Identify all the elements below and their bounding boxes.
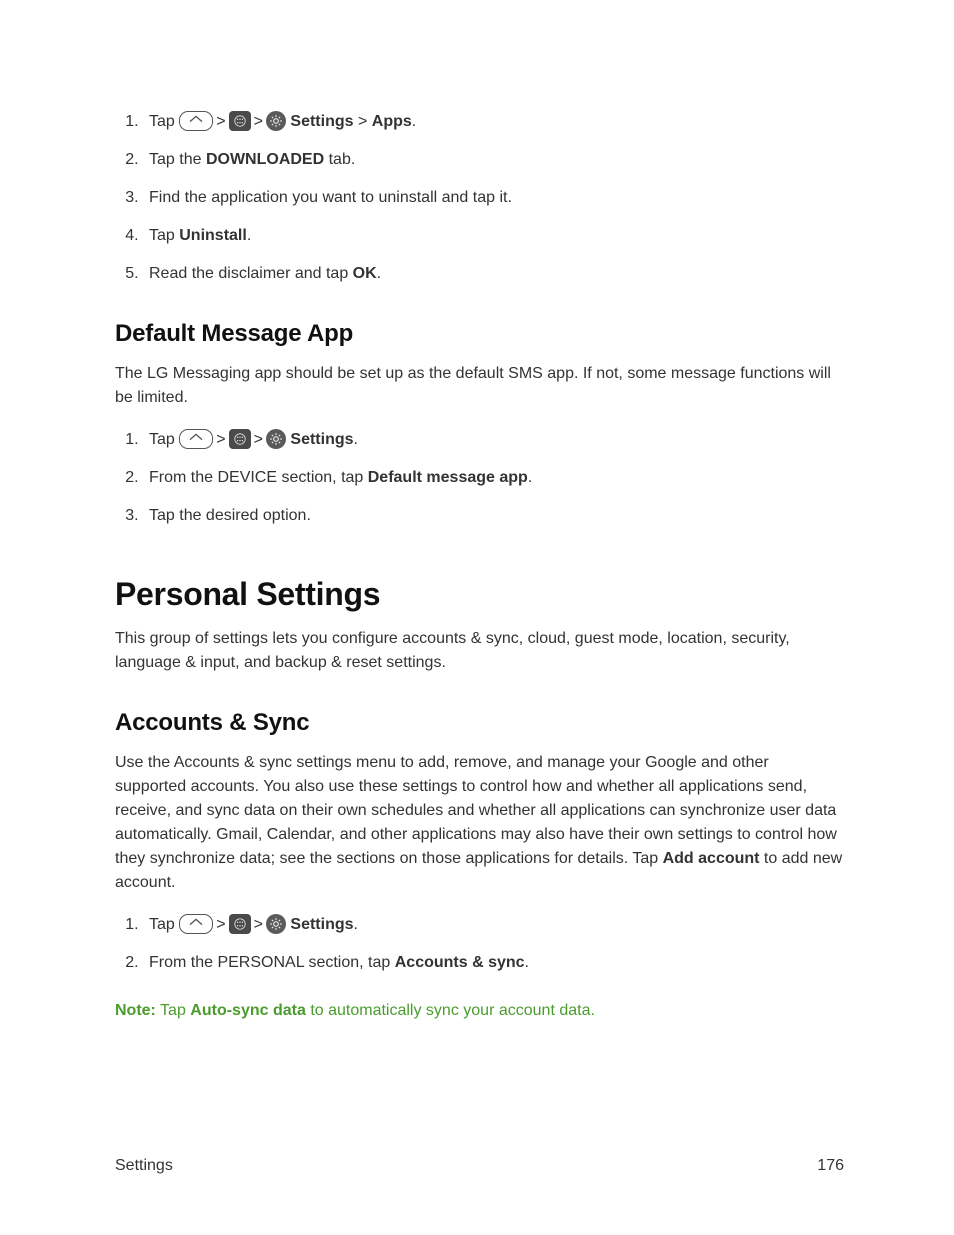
apps-label: Apps bbox=[372, 113, 412, 130]
list-item: Tap the DOWNLOADED tab. bbox=[143, 148, 844, 172]
period: . bbox=[354, 431, 358, 448]
accounts-sync-intro: Use the Accounts & sync settings menu to… bbox=[115, 751, 844, 895]
separator: > bbox=[254, 431, 263, 448]
settings-label: Settings bbox=[290, 113, 353, 130]
personal-settings-intro: This group of settings lets you configur… bbox=[115, 627, 844, 675]
step-text: Find the application you want to uninsta… bbox=[149, 189, 512, 206]
note-text: Tap bbox=[156, 1002, 190, 1019]
list-item: Tap > > Settings. bbox=[143, 428, 844, 452]
list-item: Tap > > Settings > Apps. bbox=[143, 110, 844, 134]
footer-page-number: 176 bbox=[817, 1157, 844, 1175]
step-text: Tap the desired option. bbox=[149, 507, 311, 524]
uninstall-steps-list: Tap > > Settings > Apps. Tap the DOWNLOAD… bbox=[115, 110, 844, 286]
personal-settings-heading: Personal Settings bbox=[115, 576, 844, 613]
period: . bbox=[354, 916, 358, 933]
separator: > bbox=[216, 916, 225, 933]
step-text: . bbox=[377, 265, 381, 282]
step-text: Tap bbox=[149, 113, 179, 130]
gear-icon bbox=[266, 111, 286, 131]
default-message-app-label: Default message app bbox=[368, 469, 528, 486]
step-text: . bbox=[525, 954, 529, 971]
list-item: From the DEVICE section, tap Default mes… bbox=[143, 466, 844, 490]
accounts-sync-steps-list: Tap > > Settings. From the PERSONAL secti… bbox=[115, 913, 844, 975]
settings-label: Settings bbox=[290, 916, 353, 933]
gear-icon bbox=[266, 914, 286, 934]
step-text: . bbox=[528, 469, 532, 486]
home-icon bbox=[179, 111, 213, 131]
list-item: Read the disclaimer and tap OK. bbox=[143, 262, 844, 286]
separator: > bbox=[216, 431, 225, 448]
step-text: Tap bbox=[149, 916, 179, 933]
document-page: Tap > > Settings > Apps. Tap the DOWNLOAD… bbox=[0, 0, 954, 1023]
list-item: Tap Uninstall. bbox=[143, 224, 844, 248]
note-text: Note: Tap Auto-sync data to automaticall… bbox=[115, 999, 844, 1023]
step-text: From the DEVICE section, tap bbox=[149, 469, 368, 486]
list-item: Tap > > Settings. bbox=[143, 913, 844, 937]
step-text: Read the disclaimer and tap bbox=[149, 265, 353, 282]
ok-label: OK bbox=[353, 265, 377, 282]
default-message-steps-list: Tap > > Settings. From the DEVICE section… bbox=[115, 428, 844, 528]
uninstall-label: Uninstall bbox=[179, 227, 247, 244]
auto-sync-label: Auto-sync data bbox=[190, 1002, 306, 1019]
note-text: to automatically sync your account data. bbox=[306, 1002, 595, 1019]
footer-section: Settings bbox=[115, 1157, 173, 1175]
list-item: From the PERSONAL section, tap Accounts … bbox=[143, 951, 844, 975]
list-item: Tap the desired option. bbox=[143, 504, 844, 528]
apps-icon bbox=[229, 111, 251, 131]
page-footer: Settings 176 bbox=[115, 1157, 844, 1175]
accounts-sync-heading: Accounts & Sync bbox=[115, 709, 844, 737]
note-label: Note: bbox=[115, 1002, 156, 1019]
home-icon bbox=[179, 914, 213, 934]
separator: > bbox=[254, 916, 263, 933]
separator: > bbox=[358, 113, 367, 130]
default-message-intro: The LG Messaging app should be set up as… bbox=[115, 362, 844, 410]
step-text: Tap bbox=[149, 431, 179, 448]
separator: > bbox=[216, 113, 225, 130]
default-message-heading: Default Message App bbox=[115, 320, 844, 348]
accounts-sync-label: Accounts & sync bbox=[395, 954, 525, 971]
step-text: . bbox=[247, 227, 251, 244]
settings-label: Settings bbox=[290, 431, 353, 448]
downloaded-label: DOWNLOADED bbox=[206, 151, 324, 168]
apps-icon bbox=[229, 429, 251, 449]
step-text: From the PERSONAL section, tap bbox=[149, 954, 395, 971]
step-text: tab. bbox=[324, 151, 355, 168]
home-icon bbox=[179, 429, 213, 449]
list-item: Find the application you want to uninsta… bbox=[143, 186, 844, 210]
period: . bbox=[412, 113, 416, 130]
add-account-label: Add account bbox=[663, 850, 760, 867]
step-text: Tap bbox=[149, 227, 179, 244]
apps-icon bbox=[229, 914, 251, 934]
gear-icon bbox=[266, 429, 286, 449]
step-text: Tap the bbox=[149, 151, 206, 168]
separator: > bbox=[254, 113, 263, 130]
